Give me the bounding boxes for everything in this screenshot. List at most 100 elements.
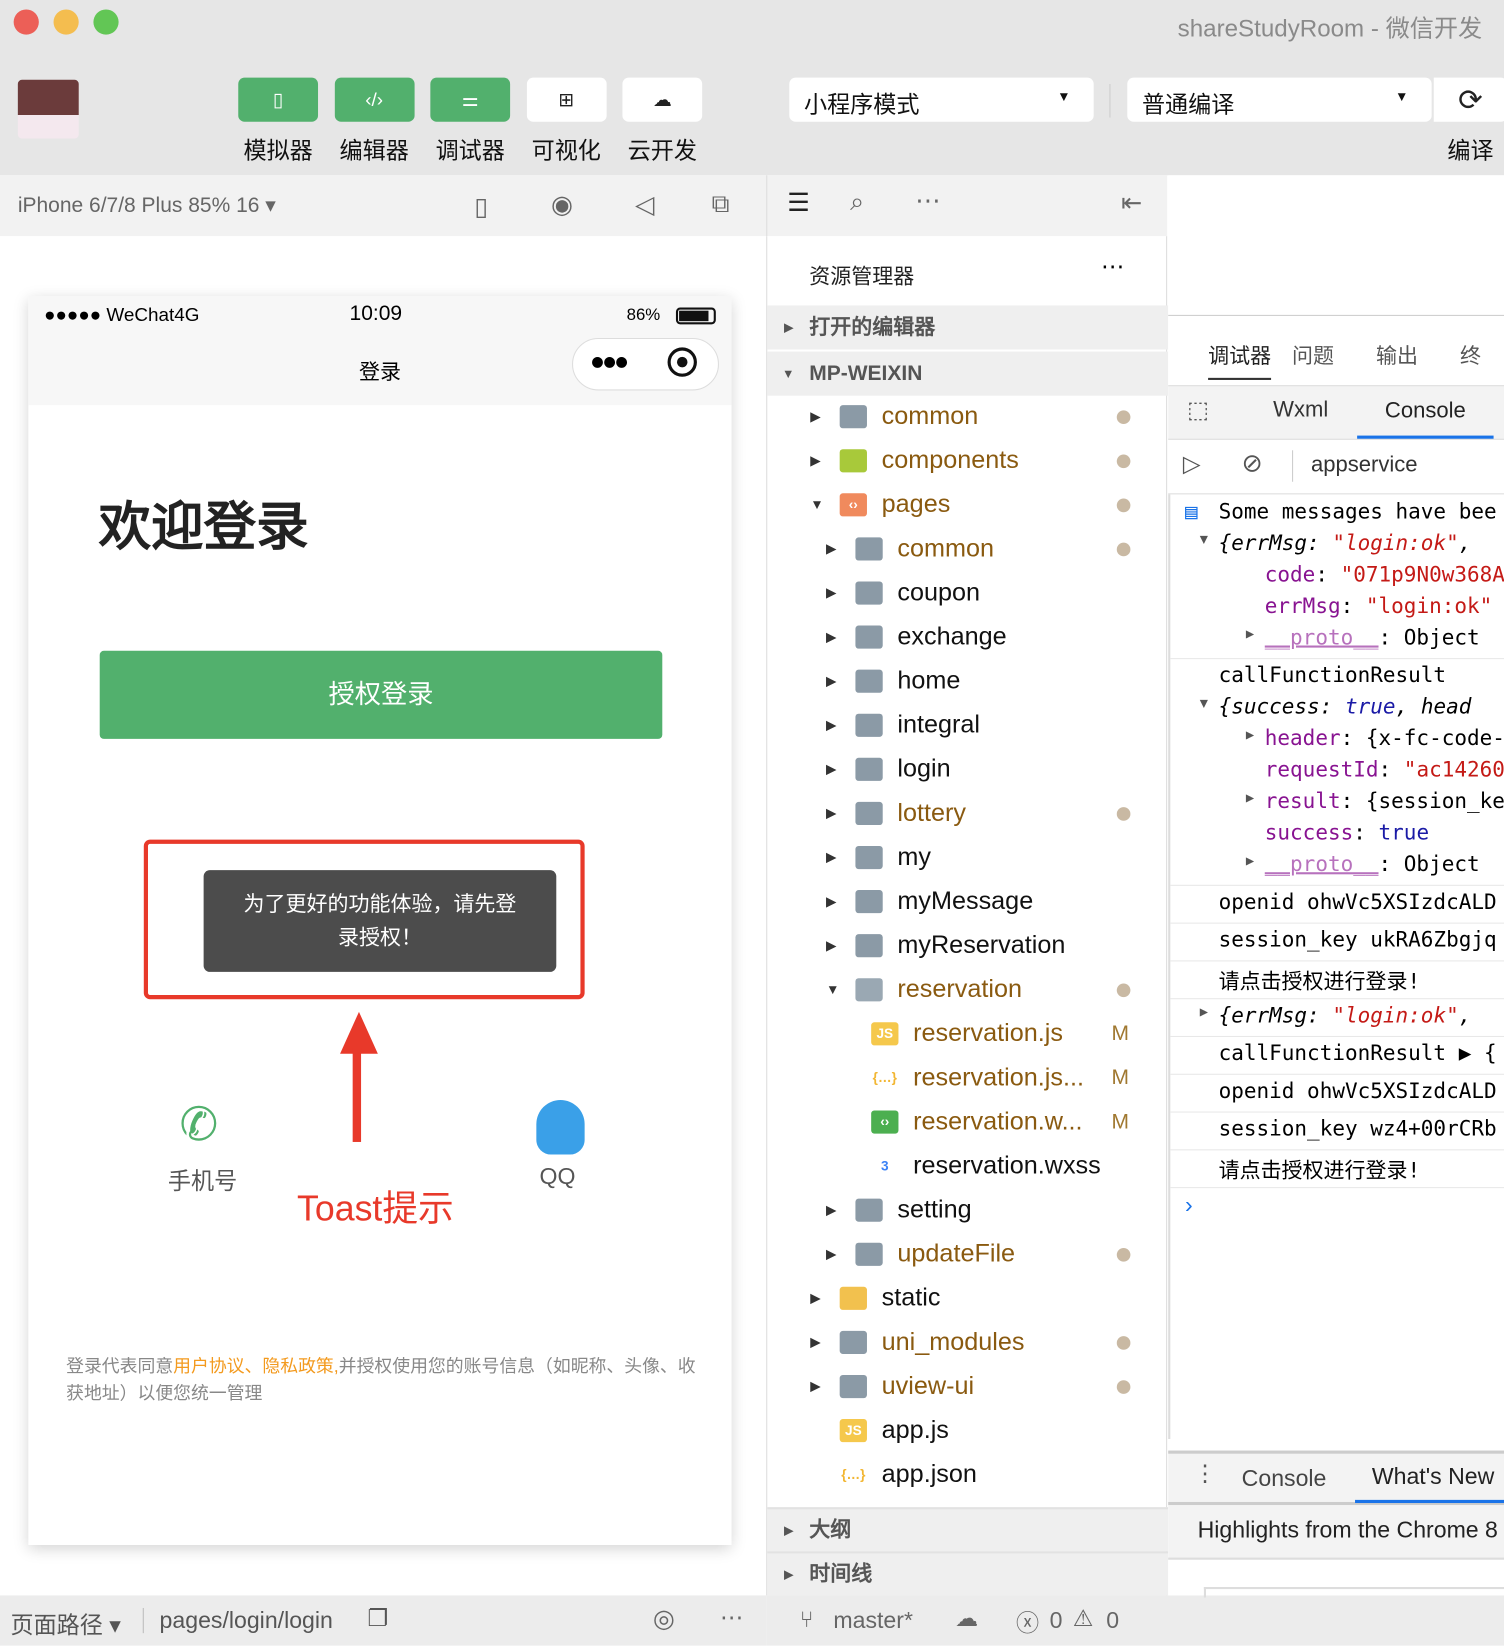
tree-item[interactable]: ▶ components <box>767 439 1166 483</box>
page-path-select[interactable]: 页面路径 ▾ <box>10 1607 120 1641</box>
toolbar-label[interactable]: 可视化 <box>526 132 606 166</box>
expand-down-icon[interactable]: ▼ <box>1200 696 1208 712</box>
chevron-right-icon[interactable]: ▶ <box>810 439 820 483</box>
collapse-panel-icon[interactable]: ⇤ <box>1121 188 1142 218</box>
drawer-menu-icon[interactable]: ⋮ <box>1193 1460 1216 1487</box>
copy-icon[interactable]: ❐ <box>367 1605 388 1632</box>
devtools-tab[interactable]: 调试器 <box>1208 339 1272 380</box>
console-message[interactable]: requestId: "ac14260 <box>1170 757 1504 786</box>
phone-icon[interactable]: ▯ <box>474 192 488 222</box>
popout-icon[interactable]: ⧉ <box>712 190 730 219</box>
chevron-right-icon[interactable]: ▶ <box>826 1232 836 1276</box>
drawer-tab-whats-new[interactable]: What's New <box>1355 1454 1504 1504</box>
tree-item[interactable]: ▶ setting <box>767 1188 1166 1232</box>
toolbar-button-2[interactable]: ⚌ <box>430 77 511 122</box>
tree-item[interactable]: ▼ reservation <box>767 968 1166 1012</box>
console-message[interactable]: ▶ result: {session_ke <box>1170 788 1504 817</box>
tree-item[interactable]: ‹› reservation.w... M <box>767 1100 1166 1144</box>
more-icon[interactable]: ⋯ <box>915 186 940 216</box>
search-icon[interactable]: ⌕ <box>850 188 864 217</box>
expand-right-icon[interactable]: ▶ <box>1246 853 1254 869</box>
chevron-right-icon[interactable]: ▶ <box>826 615 836 659</box>
console-message[interactable]: openid ohwVc5XSIzdcALD <box>1170 1078 1504 1107</box>
console-prompt[interactable]: › <box>1185 1191 1193 1218</box>
toolbar-button-3[interactable]: ⊞ <box>526 77 607 122</box>
tree-item[interactable]: ▶ static <box>767 1276 1166 1320</box>
console-message[interactable]: ▶ {errMsg: "login:ok", <box>1170 1002 1504 1031</box>
drawer-tab-console[interactable]: Console <box>1242 1465 1327 1492</box>
more-icon[interactable]: ⋯ <box>1101 253 1124 280</box>
chevron-right-icon[interactable]: ▶ <box>826 835 836 879</box>
qq-icon[interactable] <box>536 1099 585 1155</box>
chevron-right-icon[interactable]: ▶ <box>810 1364 820 1408</box>
expand-right-icon[interactable]: ▶ <box>1246 727 1254 743</box>
console-message[interactable]: ▤ Some messages have bee <box>1170 499 1504 528</box>
console-message[interactable]: ▶ __proto__: Object <box>1170 625 1504 654</box>
tree-item[interactable]: ▶ myMessage <box>767 880 1166 924</box>
timeline-section[interactable]: ▶ 时间线 <box>767 1551 1169 1596</box>
console-message[interactable]: success: true <box>1170 820 1504 849</box>
toolbar-label[interactable]: 调试器 <box>430 132 510 166</box>
chevron-right-icon[interactable]: ▶ <box>826 747 836 791</box>
tree-item[interactable]: ▶ common <box>767 395 1166 439</box>
tree-item[interactable]: JS reservation.js M <box>767 1012 1166 1056</box>
console-message[interactable]: callFunctionResult ▶ { <box>1170 1040 1504 1069</box>
record-icon[interactable]: ◉ <box>551 190 573 220</box>
device-select[interactable]: iPhone 6/7/8 Plus 85% 16 ▾ <box>18 192 276 218</box>
tree-item[interactable]: ▶ lottery <box>767 791 1166 835</box>
chevron-right-icon[interactable]: ▶ <box>826 1188 836 1232</box>
chevron-right-icon[interactable]: ▶ <box>826 791 836 835</box>
chevron-right-icon[interactable]: ▶ <box>826 659 836 703</box>
console-message[interactable]: ▼ {success: true, head <box>1170 694 1504 723</box>
tree-item[interactable]: ▶ exchange <box>767 615 1166 659</box>
chevron-down-icon[interactable]: ▼ <box>826 968 840 1012</box>
toolbar-button-1[interactable]: ‹/› <box>334 77 415 122</box>
console-message[interactable]: code: "071p9N0w368A <box>1170 562 1504 591</box>
tree-item[interactable]: ▶ my <box>767 835 1166 879</box>
warning-icon[interactable]: ⚠ <box>1073 1605 1094 1632</box>
close-window-button[interactable] <box>13 9 39 35</box>
expand-right-icon[interactable]: ▶ <box>1246 790 1254 806</box>
tree-item[interactable]: ▶ coupon <box>767 571 1166 615</box>
toolbar-label[interactable]: 云开发 <box>622 132 702 166</box>
toolbar-label[interactable]: 编辑器 <box>334 132 414 166</box>
cloud-upload-icon[interactable]: ☁ <box>955 1605 978 1632</box>
close-miniprogram-icon[interactable] <box>667 347 697 377</box>
eye-icon[interactable]: ◎ <box>653 1604 675 1634</box>
console-message[interactable]: ▶ __proto__: Object <box>1170 851 1504 880</box>
toolbar-label[interactable]: 模拟器 <box>238 132 318 166</box>
phone-call-icon[interactable]: ✆ <box>179 1098 218 1152</box>
toolbar-button-4[interactable]: ☁ <box>622 77 703 122</box>
phone-login-label[interactable]: 手机号 <box>168 1163 237 1197</box>
open-editors-section[interactable]: ▶ 打开的编辑器 <box>767 305 1169 350</box>
speaker-icon[interactable]: ◁ <box>635 190 654 220</box>
tree-item[interactable]: ▶ updateFile <box>767 1232 1166 1276</box>
toolbar-button-0[interactable]: ▯ <box>238 77 319 122</box>
console-message[interactable]: session_key ukRA6Zbgjq <box>1170 927 1504 956</box>
expand-right-icon[interactable]: ▶ <box>1246 627 1254 643</box>
tree-item[interactable]: ▶ login <box>767 747 1166 791</box>
context-select[interactable]: appservice <box>1311 452 1418 477</box>
devtools-tab[interactable]: 问题 <box>1292 339 1334 369</box>
console-message[interactable]: errMsg: "login:ok" <box>1170 593 1504 622</box>
console-message[interactable]: session_key wz4+00rCRb <box>1170 1116 1504 1145</box>
avatar[interactable] <box>17 79 79 139</box>
console-message[interactable]: 请点击授权进行登录! <box>1170 1154 1504 1183</box>
expand-right-icon[interactable]: ▶ <box>1200 1004 1208 1020</box>
git-branch[interactable]: master* <box>833 1607 913 1634</box>
tree-item[interactable]: 3 reservation.wxss <box>767 1144 1166 1188</box>
expand-down-icon[interactable]: ▼ <box>1200 532 1208 548</box>
tree-item[interactable]: ▶ myReservation <box>767 924 1166 968</box>
tree-item[interactable]: ▶ home <box>767 659 1166 703</box>
tree-item[interactable]: ▼ ‹› pages <box>767 483 1166 527</box>
devtools-tab[interactable]: 终 <box>1460 339 1481 369</box>
more-icon[interactable]: ⋯ <box>720 1604 743 1631</box>
chevron-right-icon[interactable]: ▶ <box>826 527 836 571</box>
capsule-menu[interactable]: ●●● <box>572 337 719 391</box>
tab-wxml[interactable]: Wxml <box>1273 398 1328 423</box>
chevron-right-icon[interactable]: ▶ <box>826 880 836 924</box>
console-message[interactable]: ▼ {errMsg: "login:ok", <box>1170 530 1504 559</box>
outline-section[interactable]: ▶ 大纲 <box>767 1507 1169 1552</box>
maximize-window-button[interactable] <box>93 9 119 35</box>
tree-item[interactable]: {…} reservation.js... M <box>767 1056 1166 1100</box>
